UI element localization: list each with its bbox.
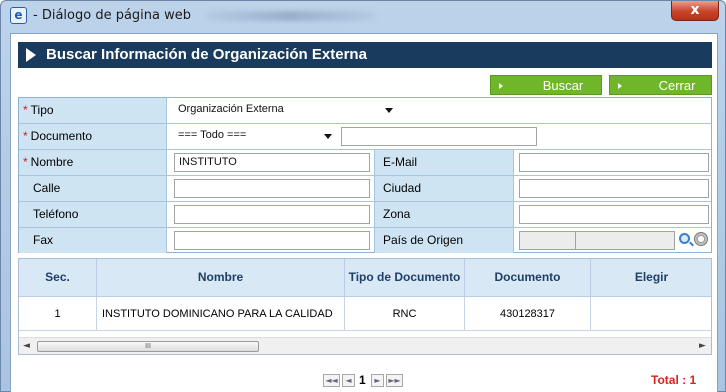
first-page-button[interactable]: ◄◄: [323, 374, 340, 387]
total-count: Total : 1: [651, 373, 697, 387]
window-title: - Diálogo de página web: [33, 8, 191, 23]
play-icon: [618, 83, 622, 89]
calle-input[interactable]: [174, 179, 370, 198]
next-page-button[interactable]: ►: [371, 374, 384, 387]
grip-icon: III: [145, 343, 151, 350]
tipo-label-text: Tipo: [30, 103, 54, 117]
play-icon: [499, 83, 503, 89]
col-header-tipo-documento: Tipo de Documento: [345, 259, 465, 297]
chevron-down-icon: [385, 108, 393, 113]
col-header-nombre: Nombre: [97, 259, 345, 297]
form-row-tipo: * Tipo Organización Externa: [19, 98, 711, 124]
email-label: E-Mail: [374, 150, 514, 175]
tipo-select-value: Organización Externa: [178, 103, 284, 115]
documento-label: * Documento: [19, 124, 167, 149]
tipo-label: * Tipo: [19, 98, 167, 123]
fax-label: Fax: [19, 228, 167, 253]
tipo-select[interactable]: Organización Externa: [174, 101, 398, 120]
cell-documento: 430128317: [465, 297, 591, 331]
buscar-button[interactable]: Buscar: [490, 75, 602, 95]
dialog-window: e - Diálogo de página web x Buscar Infor…: [0, 0, 726, 392]
cell-tipo-documento: RNC: [345, 297, 465, 331]
current-page[interactable]: 1: [359, 373, 366, 387]
cell-nombre[interactable]: INSTITUTO DOMINICANO PARA LA CALIDAD: [97, 297, 345, 331]
cell-sec: 1: [19, 297, 97, 331]
pais-label: País de Origen: [374, 228, 514, 253]
zona-label: Zona: [374, 202, 514, 227]
col-header-elegir: Elegir: [591, 259, 711, 297]
pais-actions: [679, 232, 709, 250]
blurred-url: [206, 11, 376, 21]
buscar-label: Buscar: [542, 78, 584, 93]
form-row-fax: Fax País de Origen: [19, 228, 711, 254]
nombre-input[interactable]: INSTITUTO: [174, 153, 370, 172]
documento-type-select[interactable]: === Todo ===: [174, 127, 336, 146]
form-row-documento: * Documento === Todo ===: [19, 124, 711, 150]
title-bar: e - Diálogo de página web x: [1, 1, 725, 31]
required-marker: *: [23, 155, 28, 169]
search-form: * Tipo Organización Externa * Documento ==…: [18, 97, 712, 253]
form-row-nombre: * Nombre INSTITUTO E-Mail: [19, 150, 711, 176]
chevron-down-icon: [324, 134, 332, 139]
magnifier-icon[interactable]: [679, 233, 690, 244]
cell-elegir[interactable]: [591, 297, 711, 331]
cerrar-label: Cerrar: [658, 78, 696, 93]
documento-select-value: === Todo ===: [178, 129, 247, 141]
dialog-content: Buscar Información de Organización Exter…: [10, 33, 718, 392]
scroll-right-icon[interactable]: ►: [699, 341, 706, 351]
ciudad-input[interactable]: [519, 179, 709, 198]
scroll-thumb[interactable]: III: [37, 341, 259, 352]
telefono-input[interactable]: [174, 205, 370, 224]
nombre-label-text: Nombre: [30, 155, 74, 169]
scroll-left-icon[interactable]: ◄: [23, 341, 30, 351]
page-title: Buscar Información de Organización Exter…: [46, 46, 367, 63]
cerrar-button[interactable]: Cerrar: [609, 75, 712, 95]
required-marker: *: [23, 103, 28, 117]
telefono-label: Teléfono: [19, 202, 167, 227]
required-marker: *: [23, 129, 28, 143]
fax-input[interactable]: [174, 231, 370, 250]
ie-icon: e: [10, 7, 27, 24]
documento-input[interactable]: [341, 127, 537, 146]
horizontal-scrollbar[interactable]: ◄ III ►: [19, 337, 711, 354]
ciudad-label: Ciudad: [374, 176, 514, 201]
documento-label-text: Documento: [30, 129, 93, 143]
clear-icon[interactable]: [694, 232, 708, 246]
close-button[interactable]: x: [671, 1, 719, 21]
nombre-label: * Nombre: [19, 150, 167, 175]
page-header: Buscar Información de Organización Exter…: [18, 42, 712, 68]
zona-input[interactable]: [519, 205, 709, 224]
calle-label: Calle: [19, 176, 167, 201]
last-page-button[interactable]: ►►: [386, 374, 403, 387]
prev-page-button[interactable]: ◄: [342, 374, 355, 387]
pais-code-input: [519, 231, 576, 250]
email-input[interactable]: [519, 153, 709, 172]
results-table: Sec. Nombre Tipo de Documento Documento …: [18, 258, 712, 355]
col-header-sec: Sec.: [19, 259, 97, 297]
pais-name-input: [575, 231, 675, 250]
form-row-calle: Calle Ciudad: [19, 176, 711, 202]
form-row-telefono: Teléfono Zona: [19, 202, 711, 228]
col-header-documento: Documento: [465, 259, 591, 297]
chevron-right-icon: [26, 48, 36, 62]
